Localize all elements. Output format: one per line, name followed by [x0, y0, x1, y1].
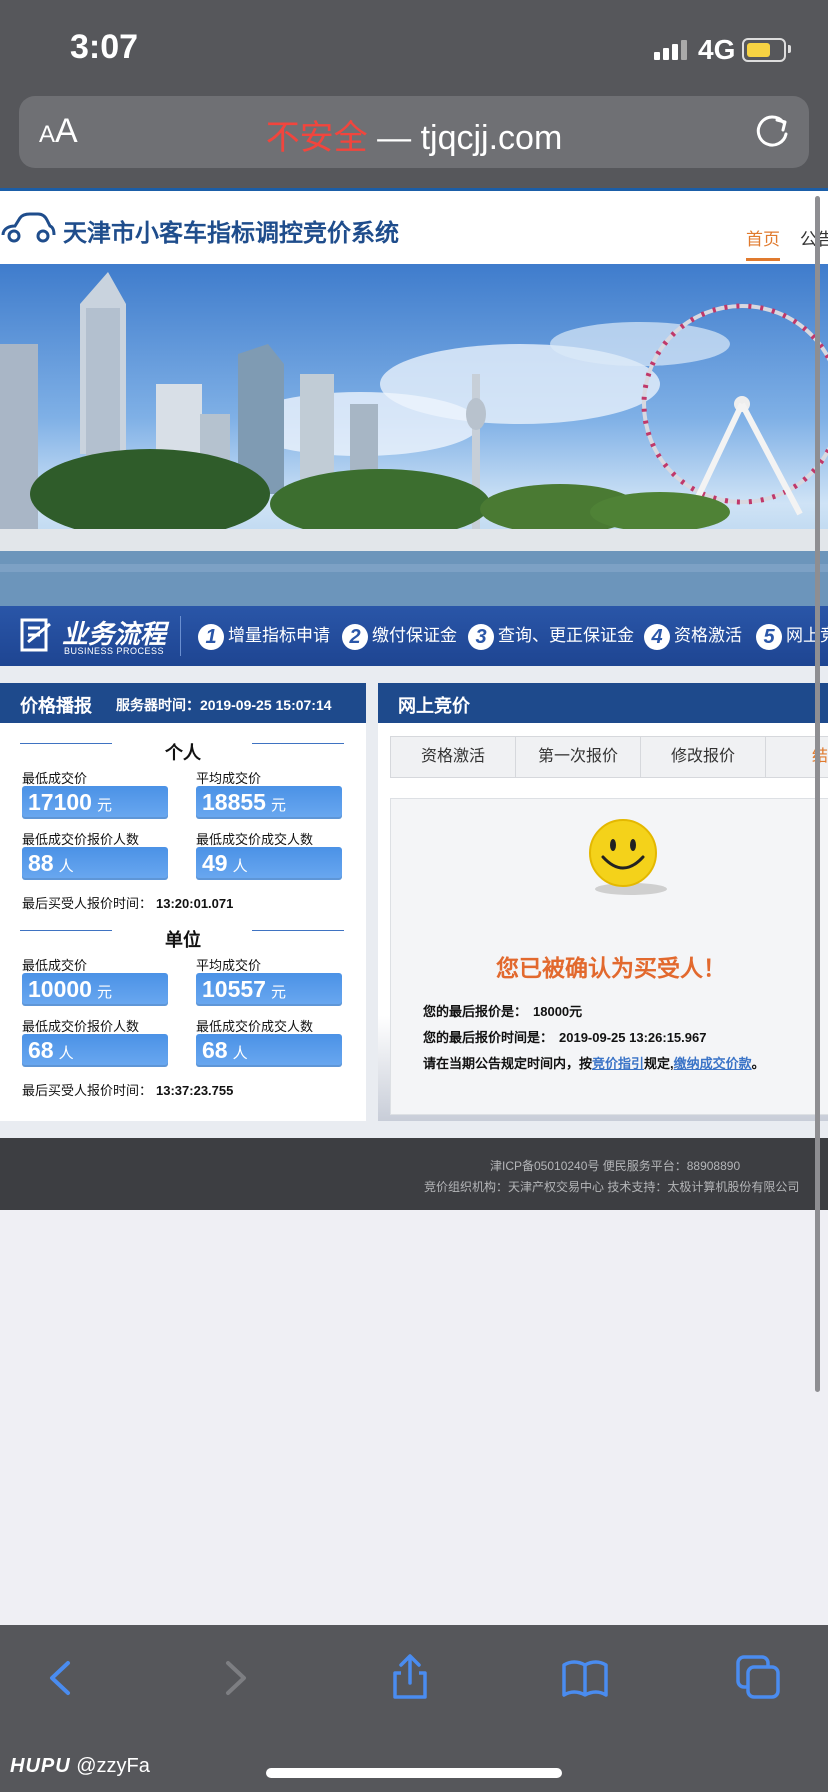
unit-min-price: 10000 元 — [22, 973, 168, 1006]
unit-avg-price: 10557 元 — [196, 973, 342, 1006]
price-broadcast-panel: 价格播报 服务器时间：2019-09-25 15:07:14 个人 最低成交价 … — [0, 683, 366, 1121]
unit-last-time: 最后买受人报价时间： 13:37:23.755 — [22, 1083, 234, 1098]
individual-last-time: 最后买受人报价时间： 13:20:01.071 — [22, 896, 234, 911]
reload-icon[interactable] — [753, 112, 793, 152]
share-icon[interactable] — [385, 1653, 435, 1703]
smiley-icon — [589, 819, 667, 895]
browser-toolbar: HUPU @zzyFa — [0, 1625, 828, 1792]
url-domain: tjqcjj.com — [420, 119, 563, 157]
auction-tabs: 资格激活 第一次报价 修改报价 结果 — [390, 736, 828, 778]
stat-label: 最低成交价成交人数 — [196, 1019, 314, 1034]
hupu-watermark: HUPU @zzyFa — [10, 1755, 150, 1777]
stat-label: 最低成交价报价人数 — [22, 1019, 140, 1034]
pay-price-link[interactable]: 缴纳成交价款 — [674, 1056, 752, 1071]
insecure-warning: 不安全 — [265, 119, 368, 157]
site-header: 天津市小客车指标调控竞价系统 首页 公告 — [0, 188, 828, 267]
auction-panel-title: 网上竞价 — [398, 696, 470, 716]
back-icon[interactable] — [36, 1653, 86, 1703]
individual-min-winners: 49 人 — [196, 847, 342, 880]
process-step-1[interactable]: 1 增量指标申请 — [198, 621, 330, 650]
business-process-bar: 业务流程 BUSINESS PROCESS 1 增量指标申请 2 缴付保证金 3 查询… — [0, 606, 828, 666]
stat-label: 最低成交价成交人数 — [196, 832, 314, 847]
car-logo-icon — [1, 212, 56, 243]
stat-label: 最低成交价 — [22, 771, 88, 786]
bidding-guide-link[interactable]: 竞价指引 — [592, 1056, 644, 1071]
price-panel-title: 价格播报 — [20, 696, 92, 716]
site-footer: 津ICP备05010240号 便民服务平台：88908890 竞价组织机构：天津… — [0, 1138, 828, 1210]
individual-min-bidders: 88 人 — [22, 847, 168, 880]
unit-group-title: 单位 — [165, 930, 201, 950]
bookmarks-icon[interactable] — [560, 1653, 610, 1703]
tianjin-skyline-illustration — [0, 272, 828, 606]
price-panel-header: 价格播报 服务器时间：2019-09-25 15:07:14 — [0, 683, 366, 723]
tab-qualification-activation[interactable]: 资格激活 — [391, 737, 516, 777]
last-bid-time-line: 您的最后报价时间是： 2019-09-25 13:26:15.967 — [423, 1030, 707, 1045]
address-bar[interactable]: AA 不安全 — tjqcjj.com — [19, 96, 809, 168]
nav-notice[interactable]: 公告 — [800, 225, 828, 250]
tabs-icon[interactable] — [734, 1653, 784, 1703]
unit-min-bidders: 68 人 — [22, 1034, 168, 1067]
process-step-3[interactable]: 3 查询、更正保证金 — [468, 621, 634, 650]
site-title: 天津市小客车指标调控竞价系统 — [63, 220, 399, 247]
online-auction-panel: 网上竞价 资格激活 第一次报价 修改报价 结果 您已被确认为买受人！ 您的最后报… — [378, 683, 828, 1121]
auction-panel-header: 网上竞价 — [378, 683, 828, 723]
forward-icon[interactable] — [210, 1653, 260, 1703]
payment-notice: 请在当期公告规定时间内，按竞价指引规定,缴纳成交价款。 — [423, 1056, 765, 1071]
auction-result-box: 您已被确认为买受人！ 您的最后报价是： 18000元 您的最后报价时间是： 2019… — [390, 798, 828, 1115]
individual-group-title: 个人 — [165, 743, 201, 763]
nav-home[interactable]: 首页 — [746, 225, 780, 261]
individual-avg-price: 18855 元 — [196, 786, 342, 819]
tab-first-bid[interactable]: 第一次报价 — [516, 737, 641, 777]
footer-organizer: 竞价组织机构：天津产权交易中心 技术支持：太极计算机股份有限公司 — [424, 1180, 800, 1194]
page-scrollbar[interactable] — [815, 196, 820, 1392]
stat-label: 平均成交价 — [196, 771, 262, 786]
individual-min-price: 17100 元 — [22, 786, 168, 819]
signal-icon — [654, 40, 690, 60]
server-time: 服务器时间：2019-09-25 15:07:14 — [116, 697, 332, 713]
unit-min-winners: 68 人 — [196, 1034, 342, 1067]
stat-label: 平均成交价 — [196, 958, 262, 973]
stat-label: 最低成交价报价人数 — [22, 832, 140, 847]
city-banner-image — [0, 264, 828, 606]
winner-confirmation: 您已被确认为买受人！ — [496, 955, 726, 981]
process-step-4[interactable]: 4 资格激活 — [644, 621, 742, 650]
status-time: 3:07 — [70, 28, 139, 66]
tab-modify-bid[interactable]: 修改报价 — [641, 737, 766, 777]
process-step-2[interactable]: 2 缴付保证金 — [342, 621, 457, 650]
url-display[interactable]: 不安全 — tjqcjj.com — [19, 110, 809, 159]
browser-chrome: 3:07 4G AA 不安全 — tjqcjj.com — [0, 0, 828, 188]
home-indicator[interactable] — [266, 1768, 562, 1778]
battery-icon — [742, 38, 786, 62]
process-title: 业务流程 BUSINESS PROCESS — [62, 619, 167, 656]
network-type: 4G — [698, 34, 736, 65]
last-bid-line: 您的最后报价是： 18000元 — [423, 1004, 583, 1019]
stat-label: 最低成交价 — [22, 958, 88, 973]
footer-icp: 津ICP备05010240号 便民服务平台：88908890 — [490, 1159, 741, 1173]
